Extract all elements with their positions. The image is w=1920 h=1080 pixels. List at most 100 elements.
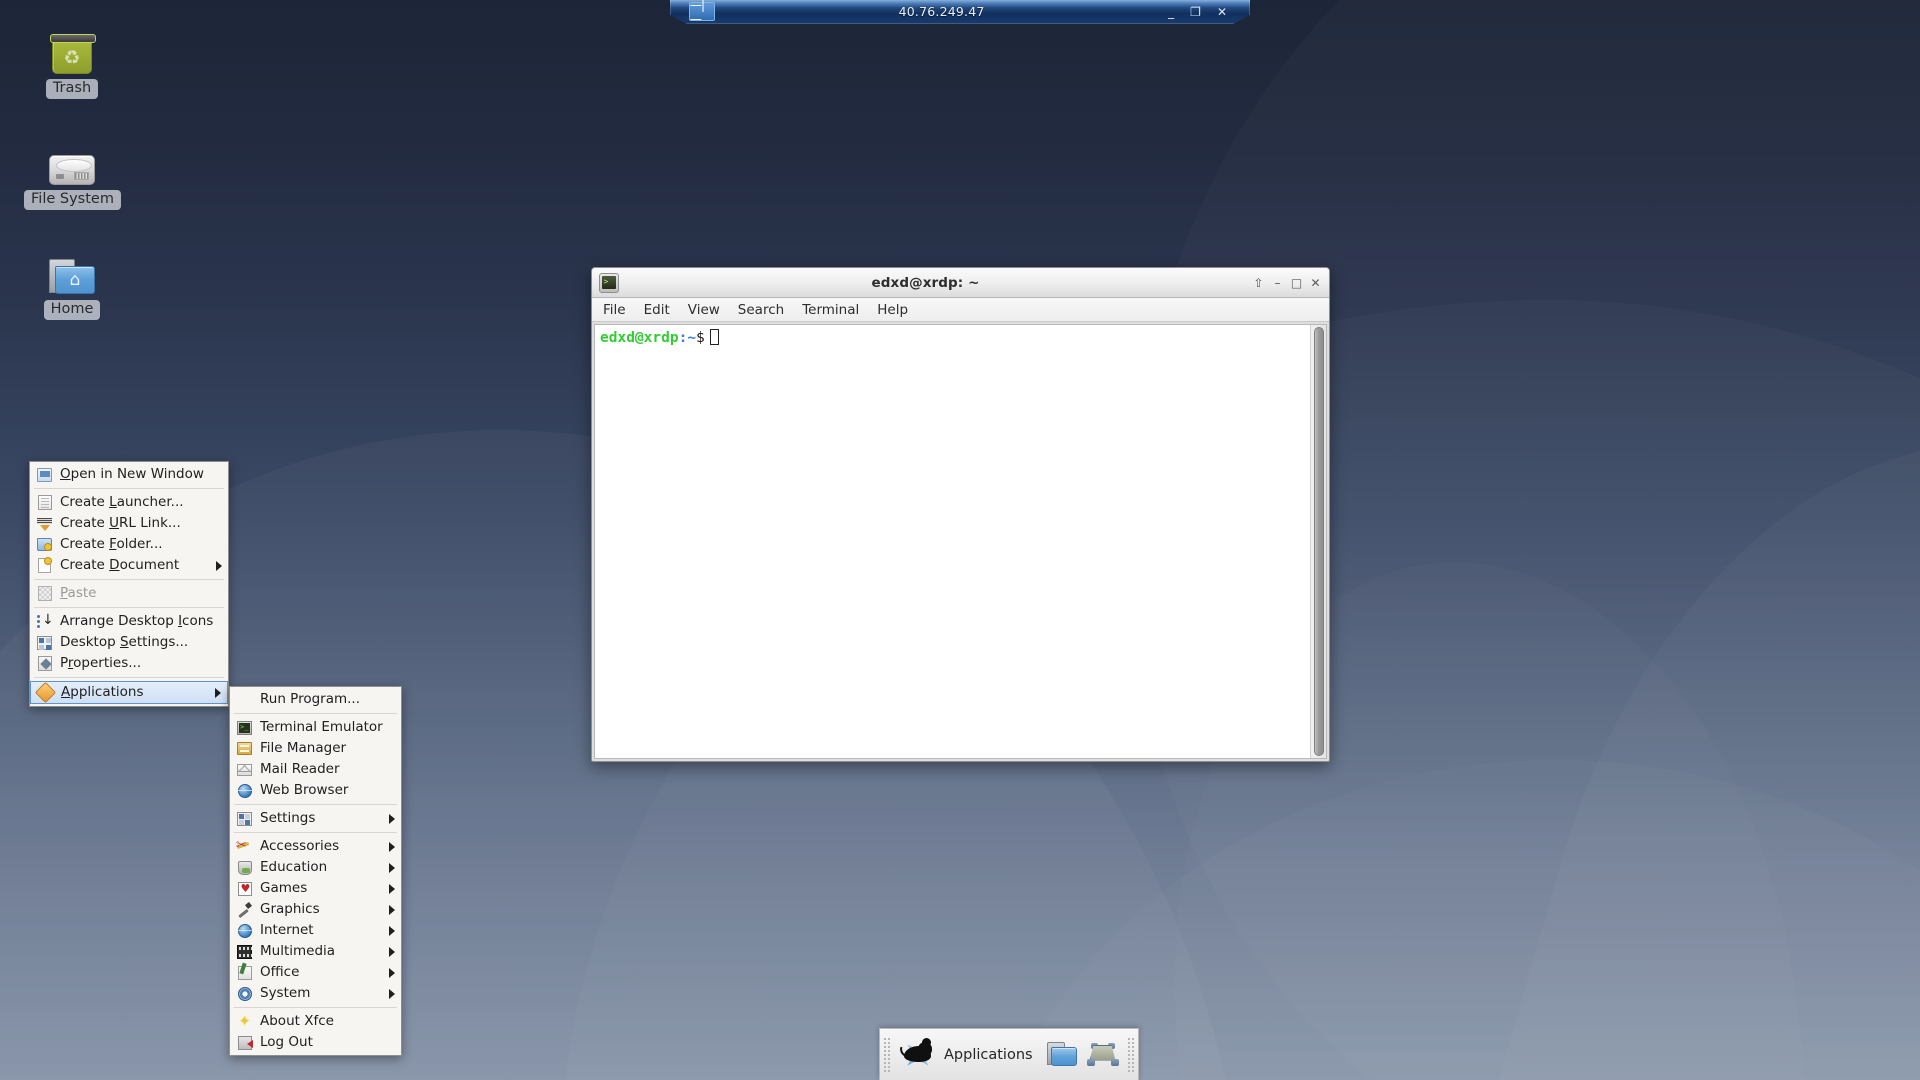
applications-submenu[interactable]: Run Program... Terminal Emulator File Ma… [229, 686, 402, 1056]
terminal-icon [236, 719, 253, 736]
menu-edit[interactable]: Edit [635, 300, 679, 320]
menu-search[interactable]: Search [729, 300, 793, 320]
panel-handle-right[interactable] [1127, 1036, 1135, 1073]
harddisk-icon [24, 133, 120, 185]
arrange-icons-icon [36, 611, 54, 630]
menu-item-file-manager[interactable]: File Manager [230, 738, 401, 759]
menu-help[interactable]: Help [868, 300, 917, 320]
submenu-arrow-icon [389, 813, 395, 824]
menu-item-run-program[interactable]: Run Program... [230, 689, 401, 710]
system-icon [236, 985, 253, 1002]
terminal-scrollbar[interactable] [1310, 325, 1326, 758]
menu-item-settings[interactable]: Settings [230, 808, 401, 829]
menu-separator [234, 1007, 397, 1008]
panel-workspace-icon[interactable] [1086, 1042, 1119, 1067]
menu-item-games[interactable]: Games [230, 878, 401, 899]
desktop-icon-label: Trash [45, 79, 99, 99]
rdp-restore-button[interactable]: ❐ [1190, 6, 1201, 18]
about-xfce-icon: ✦ [238, 1012, 251, 1030]
maximize-button[interactable]: □ [1288, 274, 1305, 292]
desktop-context-menu[interactable]: Open in New Window Create Launcher... Cr… [29, 461, 229, 707]
menu-item-desktop-settings[interactable]: Desktop Settings... [30, 632, 228, 653]
rdp-window-controls: _ ❐ ✕ [1168, 6, 1227, 18]
menu-item-education[interactable]: Education [230, 857, 401, 878]
rdp-minimize-button[interactable]: _ [1168, 6, 1174, 18]
menu-item-graphics[interactable]: Graphics [230, 899, 401, 920]
open-window-icon [36, 466, 53, 483]
menu-separator [234, 832, 397, 833]
submenu-arrow-icon [389, 946, 395, 957]
menu-item-terminal-emulator[interactable]: Terminal Emulator [230, 717, 401, 738]
url-link-icon [36, 515, 53, 532]
menu-item-create-document[interactable]: Create Document [30, 555, 228, 576]
menu-item-create-folder[interactable]: Create Folder... [30, 534, 228, 555]
globe-icon [236, 782, 253, 799]
menu-item-paste: Paste [30, 583, 228, 604]
menu-file[interactable]: File [594, 300, 635, 320]
prompt-path: ~ [687, 330, 697, 346]
settings-icon [236, 810, 253, 827]
menu-separator [234, 804, 397, 805]
menu-separator [34, 579, 224, 580]
prompt-separator: : [678, 330, 688, 346]
submenu-arrow-icon [389, 988, 395, 999]
menu-item-open-in-new-window[interactable]: Open in New Window [30, 464, 228, 485]
terminal-window[interactable]: edxd@xrdp: ~ ⇧ – □ ✕ File Edit View Sear… [591, 267, 1330, 762]
rdp-host-address: 40.76.249.47 [898, 4, 985, 19]
menu-terminal[interactable]: Terminal [793, 300, 868, 320]
terminal-menubar: File Edit View Search Terminal Help [592, 298, 1329, 322]
desktop-icon-file-system[interactable]: File System [24, 133, 121, 210]
menu-item-accessories[interactable]: Accessories [230, 836, 401, 857]
menu-item-web-browser[interactable]: Web Browser [230, 780, 401, 801]
rdp-connection-bar: —|— 40.76.249.47 _ ❐ ✕ [670, 0, 1250, 24]
menu-item-create-url-link[interactable]: Create URL Link... [30, 513, 228, 534]
prompt-user-host: edxd@xrdp [600, 330, 679, 346]
minimize-button[interactable]: – [1269, 274, 1286, 292]
education-icon [236, 859, 253, 876]
close-button[interactable]: ✕ [1307, 274, 1324, 292]
desktop-icon-label: Home [43, 300, 101, 320]
multimedia-icon [236, 943, 253, 960]
scrollbar-thumb[interactable] [1314, 327, 1324, 756]
panel-applications-button[interactable]: Applications [894, 1034, 1041, 1076]
menu-view[interactable]: View [679, 300, 729, 320]
menu-item-properties[interactable]: Properties... [30, 653, 228, 674]
menu-item-multimedia[interactable]: Multimedia [230, 941, 401, 962]
panel-handle-left[interactable] [883, 1036, 891, 1073]
terminal-window-controls: ⇧ – □ ✕ [1248, 274, 1324, 292]
pin-icon[interactable]: —|— [689, 0, 715, 24]
rdp-close-button[interactable]: ✕ [1217, 6, 1227, 18]
graphics-icon [236, 901, 253, 918]
launcher-icon [36, 494, 53, 511]
menu-item-arrange-desktop-icons[interactable]: Arrange Desktop Icons [30, 611, 228, 632]
menu-item-log-out[interactable]: Log Out [230, 1032, 401, 1053]
shade-button[interactable]: ⇧ [1250, 274, 1267, 292]
menu-item-about-xfce[interactable]: ✦ About Xfce [230, 1011, 401, 1032]
paste-icon [36, 585, 53, 602]
menu-item-system[interactable]: System [230, 983, 401, 1004]
menu-item-office[interactable]: Office [230, 962, 401, 983]
panel-file-manager-icon[interactable] [1046, 1042, 1077, 1067]
submenu-arrow-icon [389, 904, 395, 915]
xfce-panel[interactable]: Applications [879, 1028, 1139, 1080]
desktop-icon-home[interactable]: ⌂ Home [24, 243, 120, 320]
panel-applications-label: Applications [944, 1046, 1033, 1063]
terminal-titlebar[interactable]: edxd@xrdp: ~ ⇧ – □ ✕ [592, 268, 1329, 298]
office-icon [236, 964, 253, 981]
desktop-icon-trash[interactable]: ♻ Trash [24, 22, 120, 99]
properties-icon [36, 655, 53, 672]
submenu-arrow-icon [389, 841, 395, 852]
home-folder-icon: ⌂ [24, 243, 120, 295]
menu-item-mail-reader[interactable]: Mail Reader [230, 759, 401, 780]
menu-item-applications[interactable]: Applications [30, 681, 228, 704]
menu-separator [34, 607, 224, 608]
mail-icon [236, 761, 253, 778]
new-document-icon [36, 557, 53, 574]
new-folder-icon [36, 536, 53, 553]
internet-icon [236, 922, 253, 939]
terminal-body[interactable]: edxd@xrdp:~$ [594, 324, 1327, 759]
terminal-screen[interactable]: edxd@xrdp:~$ [595, 325, 1310, 758]
menu-separator [34, 488, 224, 489]
menu-item-create-launcher[interactable]: Create Launcher... [30, 492, 228, 513]
menu-item-internet[interactable]: Internet [230, 920, 401, 941]
